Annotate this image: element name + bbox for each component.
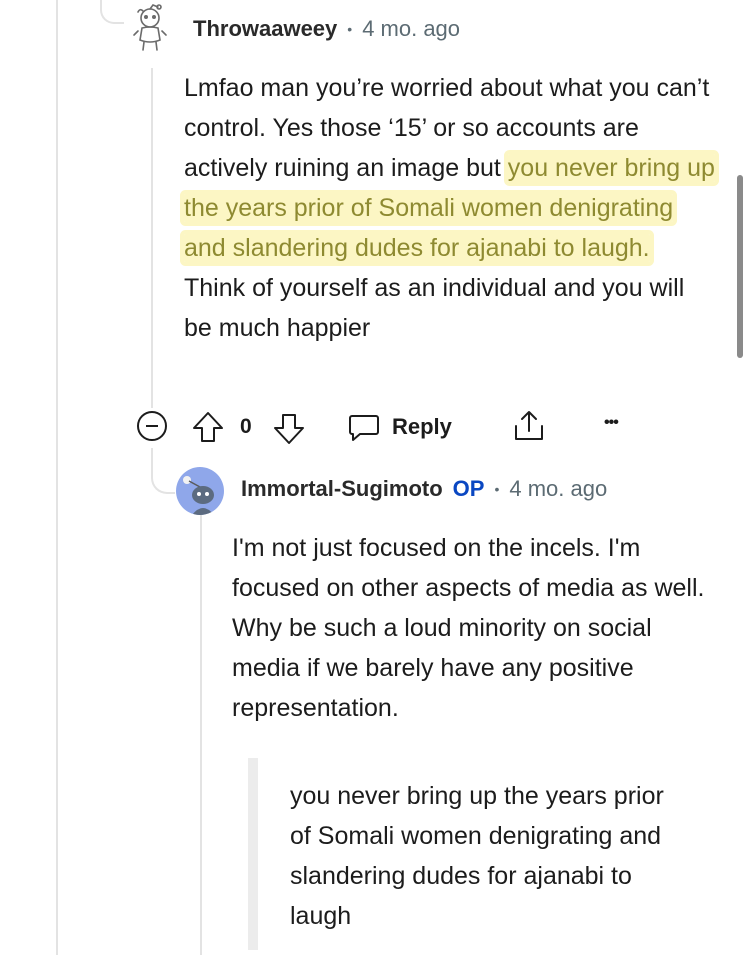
comment2-body: I'm not just focused on the incels. I'm …	[232, 534, 705, 722]
comment1-text-after: Think of yourself as an individual and y…	[184, 274, 685, 342]
avatar-snoo-outline[interactable]	[130, 4, 174, 54]
comment2-separator: •	[494, 481, 500, 497]
reply-label: Reply	[392, 414, 452, 439]
comment1-timestamp: 4 mo. ago	[362, 16, 461, 41]
share-button[interactable]	[512, 409, 546, 443]
comment1-username[interactable]: Throwaaweey	[193, 16, 337, 42]
thread-line-comment2	[200, 515, 202, 955]
more-options-button[interactable]: •••	[604, 414, 619, 432]
comment1-separator: •	[347, 21, 353, 37]
comment2-username[interactable]: Immortal-Sugimoto	[241, 476, 443, 502]
thread-line-comment1	[151, 68, 153, 408]
collapse-button[interactable]	[136, 410, 168, 442]
comment2-quote: you never bring up the years prior of So…	[290, 782, 664, 930]
upvote-button[interactable]	[191, 410, 225, 444]
thread-line-outer	[56, 0, 58, 955]
comment2-timestamp: 4 mo. ago	[509, 476, 608, 501]
arrow-down-icon	[274, 414, 304, 444]
scrollbar[interactable]	[737, 175, 743, 358]
arrow-up-icon	[193, 412, 223, 442]
quote-bar	[248, 758, 258, 950]
avatar[interactable]	[176, 467, 224, 515]
share-upload-icon	[515, 411, 543, 440]
thread-connector-reply	[151, 448, 175, 494]
snoo-icon	[133, 4, 167, 51]
comment1-header: Throwaaweey • 4 mo. ago	[193, 16, 460, 42]
speech-bubble-icon	[349, 415, 379, 441]
op-badge: OP	[452, 476, 485, 501]
comment2-header: Immortal-Sugimoto OP • 4 mo. ago	[241, 476, 607, 502]
thread-connector	[100, 0, 124, 24]
reply-button[interactable]: Reply	[348, 411, 452, 443]
vote-count: 0	[240, 415, 252, 438]
snoo-avatar-icon	[183, 476, 214, 515]
minus-circle-icon	[137, 411, 167, 441]
downvote-button[interactable]	[272, 412, 306, 446]
comment1-body: Lmfao man you’re worried about what you …	[184, 68, 716, 348]
